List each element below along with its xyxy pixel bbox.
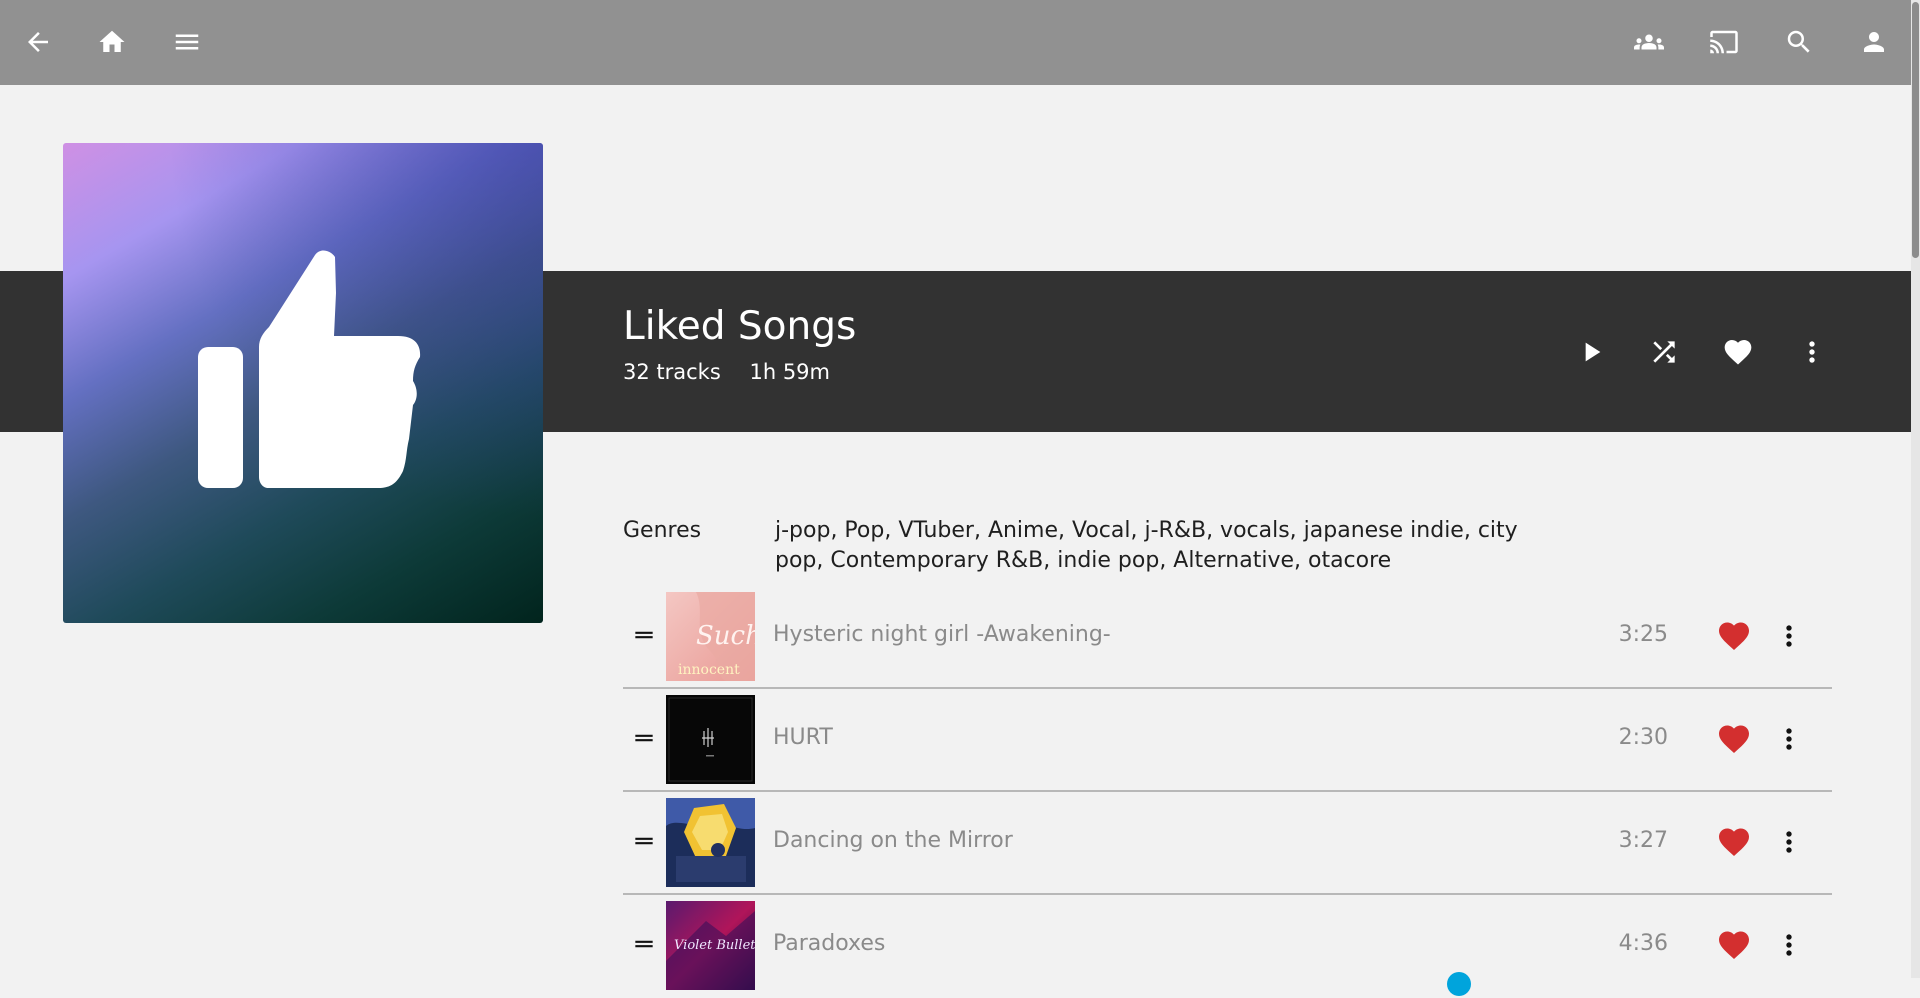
track-duration: 4:36 bbox=[1618, 931, 1668, 956]
back-button[interactable] bbox=[14, 18, 62, 66]
album-art-subtext: innocent bbox=[678, 662, 740, 678]
album-art-image bbox=[666, 798, 755, 887]
heart-icon bbox=[1719, 828, 1749, 857]
home-button[interactable] bbox=[88, 18, 136, 66]
play-button[interactable] bbox=[1566, 327, 1616, 377]
track-more-button[interactable] bbox=[1770, 720, 1808, 758]
menu-button[interactable] bbox=[163, 18, 211, 66]
arrow-back-icon bbox=[28, 32, 48, 52]
thumb-up-icon bbox=[198, 250, 421, 488]
track-favorite-button[interactable] bbox=[1715, 617, 1753, 655]
drag-handle[interactable] bbox=[628, 928, 660, 960]
drag-handle[interactable] bbox=[628, 825, 660, 857]
track-title[interactable]: HURT bbox=[773, 723, 833, 753]
track-duration: 3:25 bbox=[1618, 622, 1668, 647]
track-more-button[interactable] bbox=[1770, 823, 1808, 861]
track-duration: 2:30 bbox=[1618, 725, 1668, 750]
favorite-button[interactable] bbox=[1713, 327, 1763, 377]
drag-handle-icon bbox=[635, 734, 653, 742]
more-vertical-icon bbox=[1786, 831, 1792, 853]
home-icon bbox=[99, 30, 125, 52]
more-vertical-icon bbox=[1786, 728, 1792, 750]
cast-button[interactable] bbox=[1700, 18, 1748, 66]
track-thumbnail[interactable] bbox=[666, 695, 755, 784]
track-count: 32 tracks bbox=[623, 360, 721, 384]
drag-handle[interactable] bbox=[628, 722, 660, 754]
genres-list: j-pop, Pop, VTuber, Anime, Vocal, j-R&B,… bbox=[775, 518, 1518, 573]
track-title[interactable]: Dancing on the Mirror bbox=[773, 826, 1013, 856]
search-button[interactable] bbox=[1775, 18, 1823, 66]
track-more-button[interactable] bbox=[1770, 617, 1808, 655]
hamburger-menu-icon bbox=[175, 34, 199, 50]
track-duration: 3:27 bbox=[1618, 828, 1668, 853]
album-art-image bbox=[666, 695, 755, 784]
floating-action-button[interactable] bbox=[1447, 972, 1471, 996]
total-duration: 1h 59m bbox=[749, 360, 830, 384]
heart-icon bbox=[1724, 340, 1752, 365]
more-options-button[interactable] bbox=[1787, 327, 1837, 377]
search-icon bbox=[1787, 30, 1810, 53]
track-thumbnail[interactable]: Such innocent bbox=[666, 592, 755, 681]
user-button[interactable] bbox=[1850, 18, 1898, 66]
play-icon bbox=[1585, 342, 1601, 362]
heart-icon bbox=[1719, 931, 1749, 960]
album-art-text: Such bbox=[696, 621, 755, 651]
track-row[interactable]: Violet Bullet Paradoxes 4:36 bbox=[623, 896, 1832, 998]
more-vertical-icon bbox=[1809, 341, 1815, 363]
top-app-bar bbox=[0, 0, 1911, 85]
track-title[interactable]: Paradoxes bbox=[773, 929, 885, 959]
track-more-button[interactable] bbox=[1770, 926, 1808, 964]
syncplay-button[interactable] bbox=[1625, 18, 1673, 66]
track-row[interactable]: HURT 2:30 bbox=[623, 690, 1832, 792]
track-row[interactable]: Such innocent Hysteric night girl -Awake… bbox=[623, 587, 1832, 689]
album-art-image: Violet Bullet bbox=[666, 901, 755, 990]
group-icon bbox=[1634, 34, 1664, 50]
track-thumbnail[interactable] bbox=[666, 798, 755, 887]
drag-handle-icon bbox=[635, 940, 653, 948]
scrollbar-thumb[interactable] bbox=[1912, 2, 1919, 258]
drag-handle-icon bbox=[635, 837, 653, 845]
album-art-image: Such innocent bbox=[666, 592, 755, 681]
track-favorite-button[interactable] bbox=[1715, 926, 1753, 964]
track-title[interactable]: Hysteric night girl -Awakening- bbox=[773, 620, 1111, 650]
person-icon bbox=[1864, 32, 1884, 52]
drag-handle-icon bbox=[635, 631, 653, 639]
track-favorite-button[interactable] bbox=[1715, 720, 1753, 758]
drag-handle[interactable] bbox=[628, 619, 660, 651]
shuffle-icon bbox=[1653, 341, 1675, 363]
track-favorite-button[interactable] bbox=[1715, 823, 1753, 861]
more-vertical-icon bbox=[1786, 625, 1792, 647]
playlist-meta: 32 tracks 1h 59m bbox=[623, 358, 830, 386]
genres-label: Genres bbox=[623, 518, 702, 543]
page-scrollbar[interactable] bbox=[1911, 0, 1920, 978]
track-thumbnail[interactable]: Violet Bullet bbox=[666, 901, 755, 990]
heart-icon bbox=[1719, 622, 1749, 651]
page-title: Liked Songs bbox=[623, 304, 857, 349]
album-art-text: Violet Bullet bbox=[674, 938, 755, 953]
heart-icon bbox=[1719, 725, 1749, 754]
cast-icon bbox=[1710, 30, 1738, 54]
more-vertical-icon bbox=[1786, 934, 1792, 956]
track-row[interactable]: Dancing on the Mirror 3:27 bbox=[623, 793, 1832, 895]
playlist-cover bbox=[63, 143, 543, 623]
shuffle-button[interactable] bbox=[1639, 327, 1689, 377]
